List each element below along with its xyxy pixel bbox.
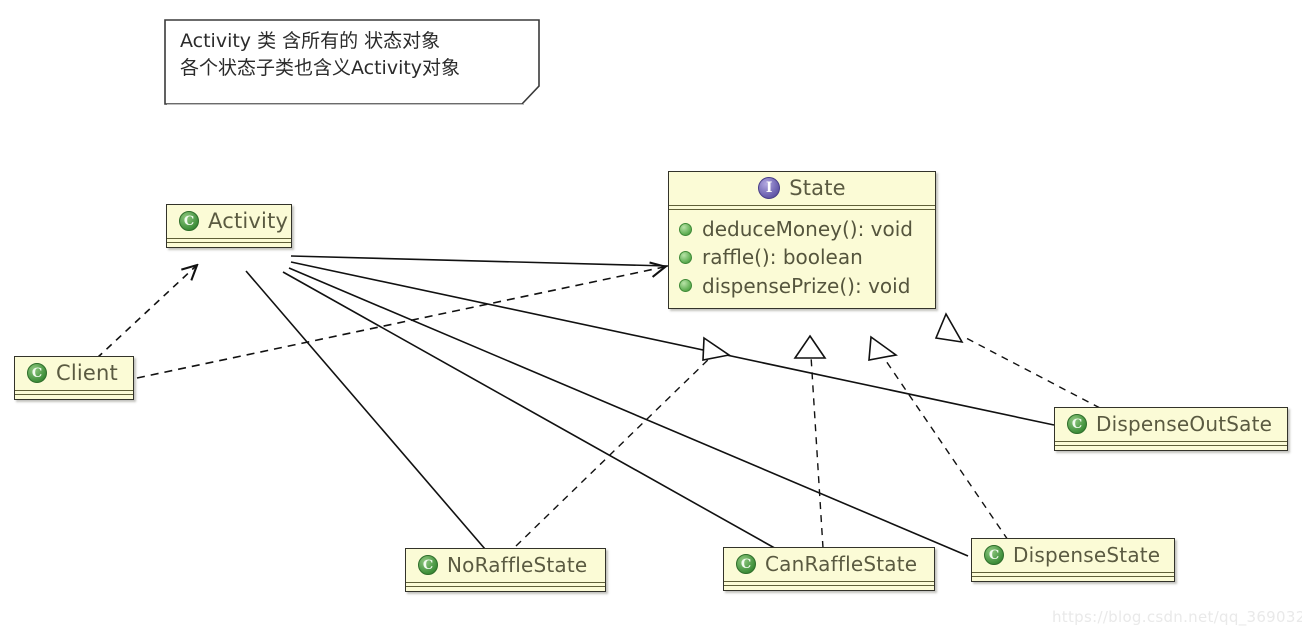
arrowhead-canrafflestate [793,334,827,359]
class-icon: C [1067,414,1087,434]
class-icon: C [27,363,47,383]
arrowhead-norafflestate [702,336,732,361]
edge-activity-norafflestate [245,270,486,550]
method-row: deduceMoney(): void [679,215,925,243]
arrowhead-dispenseoutsate [934,312,964,344]
class-title-canrafflestate: C CanRaffleState [724,548,934,581]
class-box-norafflestate[interactable]: C NoRaffleState [405,548,606,592]
edge-activity-canrafflestate [282,271,781,552]
note-callout: Activity 类 含所有的 状态对象 各个状态子类也含义Activity对象 [164,19,540,105]
method-row: dispensePrize(): void [679,272,925,300]
edge-norafflestate-state [515,355,713,547]
method-visibility-icon [679,251,692,265]
class-box-dispenseoutsate[interactable]: C DispenseOutSate [1054,407,1288,451]
empty-compartment [167,243,291,247]
class-title-dispenseoutsate: C DispenseOutSate [1055,408,1287,441]
class-box-dispensestate[interactable]: C DispenseState [971,538,1175,582]
note-text: Activity 类 含所有的 状态对象 各个状态子类也含义Activity对象 [164,19,540,90]
edge-activity-state [290,255,669,267]
class-name-activity: Activity [208,209,289,233]
class-box-client[interactable]: C Client [14,356,134,400]
class-name-dispensestate: DispenseState [1013,543,1161,567]
class-title-norafflestate: C NoRaffleState [406,549,605,582]
class-title-dispensestate: C DispenseState [972,539,1174,572]
edge-dispenseoutsate-state [965,337,1101,409]
method-compartment: deduceMoney(): void raffle(): boolean di… [669,210,935,308]
interface-icon: I [758,177,781,199]
class-icon: C [418,555,438,575]
method-label: deduceMoney(): void [702,217,914,241]
method-row: raffle(): boolean [679,243,925,271]
class-icon: C [736,554,756,574]
interface-box-state[interactable]: I State deduceMoney(): void raffle(): bo… [668,171,936,310]
empty-compartment [1055,446,1287,450]
class-title-activity: C Activity [167,205,291,238]
class-name-canrafflestate: CanRaffleState [765,552,918,576]
arrowhead-dispensestate [868,335,898,361]
method-label: raffle(): boolean [702,245,863,270]
method-visibility-icon [679,222,692,236]
empty-compartment [724,586,934,590]
note-line-1: Activity 类 含所有的 状态对象 [180,30,441,52]
class-name-client: Client [56,361,118,385]
method-label: dispensePrize(): void [702,273,911,298]
empty-compartment [15,395,133,399]
class-box-activity[interactable]: C Activity [166,204,292,248]
empty-compartment [406,587,605,591]
edge-activity-dispensestate [288,267,969,557]
interface-title-state: I State [669,172,935,205]
class-icon: C [179,211,199,231]
empty-compartment [972,577,1174,581]
method-visibility-icon [679,279,692,293]
edge-client-state [136,267,664,379]
interface-name-state: State [789,176,846,200]
class-icon: C [984,545,1004,565]
class-title-client: C Client [15,357,133,390]
note-line-2: 各个状态子类也含义Activity对象 [180,56,461,79]
class-name-dispenseoutsate: DispenseOutSate [1096,412,1273,436]
class-name-norafflestate: NoRaffleState [447,553,588,577]
class-box-canrafflestate[interactable]: C CanRaffleState [723,547,935,591]
edge-canrafflestate-state [810,355,824,549]
edge-client-activity [96,266,196,359]
watermark-text: https://blog.csdn.net/qq_36903261 [1052,608,1302,626]
uml-diagram-canvas: Activity 类 含所有的 状态对象 各个状态子类也含义Activity对象… [0,0,1302,632]
edge-dispensestate-state [883,357,1009,541]
